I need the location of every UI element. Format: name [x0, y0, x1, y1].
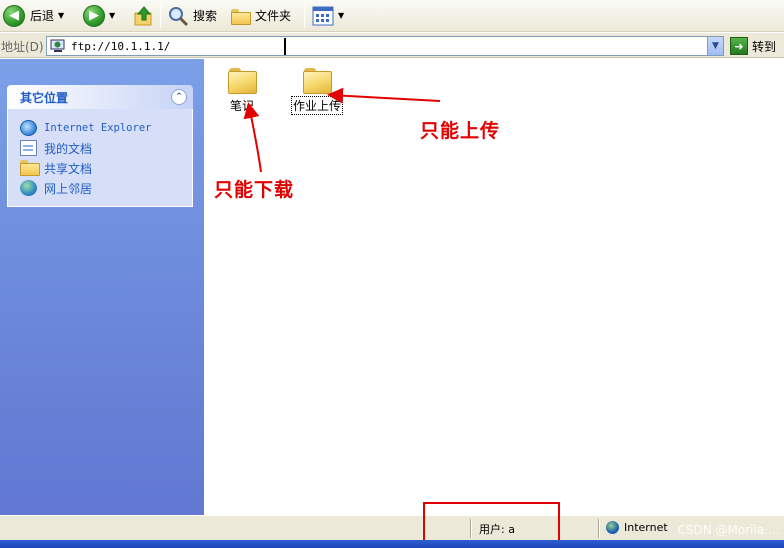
- status-divider: [598, 519, 600, 538]
- internet-zone-icon: [606, 521, 619, 534]
- arrow-to-notes-folder: [243, 102, 262, 173]
- annotation-upload-only: 只能上传: [420, 120, 501, 142]
- status-bar: 用户: a Internet: [0, 515, 784, 540]
- annotation-arrows: [243, 87, 441, 173]
- watermark: CSDN @Moriia….: [677, 523, 781, 537]
- status-zone: Internet: [606, 521, 668, 534]
- arrow-to-upload-folder: [327, 87, 441, 104]
- taskbar-edge: [0, 540, 784, 548]
- status-zone-label: Internet: [624, 521, 668, 534]
- annotation-download-only: 只能下载: [214, 179, 295, 201]
